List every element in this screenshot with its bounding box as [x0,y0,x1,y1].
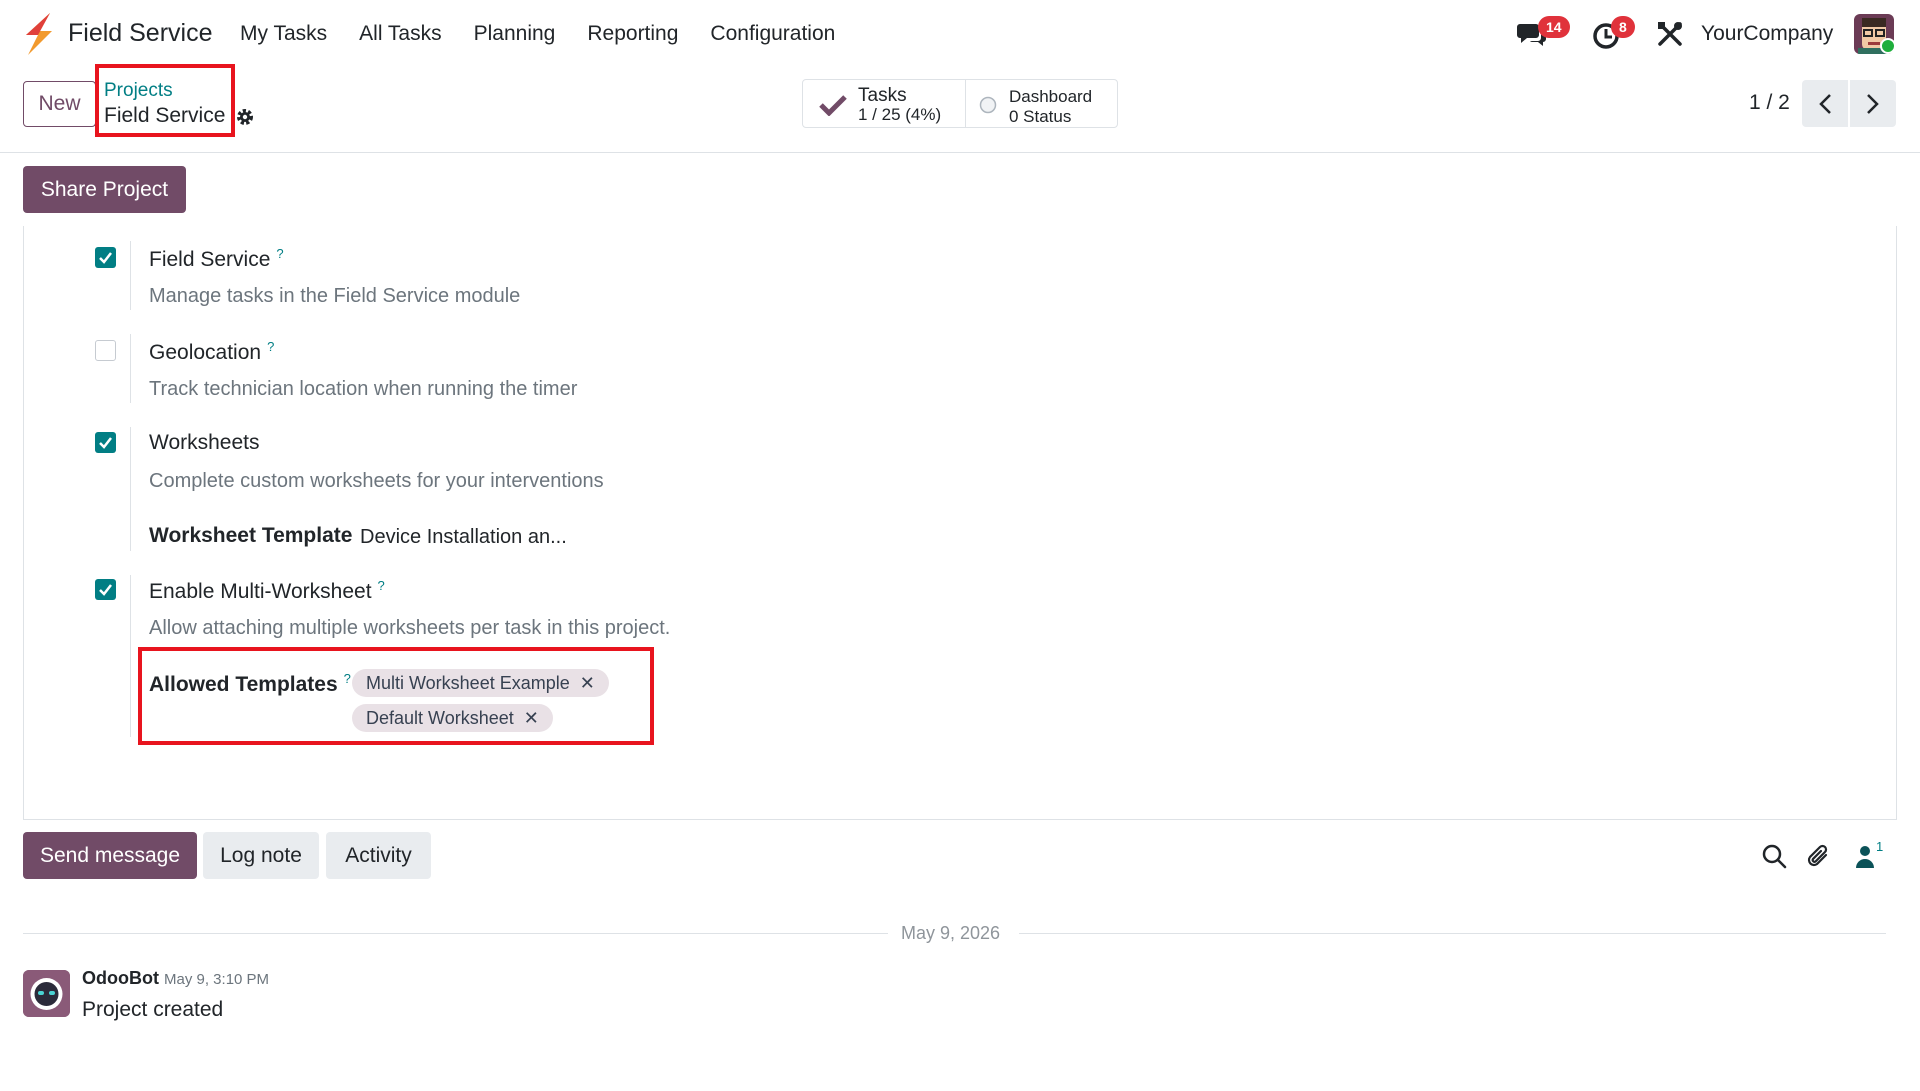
multi-worksheet-help-icon[interactable]: ? [378,578,385,593]
breadcrumb-highlight-box [95,64,235,137]
multi-worksheet-checkbox[interactable] [95,579,116,600]
checkmark-icon [99,437,112,449]
field-service-checkbox[interactable] [95,247,116,268]
allowed-templates-highlight-box [138,647,654,745]
worksheet-template-label: Worksheet Template [149,524,352,548]
chevron-right-icon [1867,93,1879,114]
setting-divider [130,427,131,551]
main-menu: My Tasks All Tasks Planning Reporting Co… [240,22,867,46]
tasks-smart-button[interactable]: Tasks 1 / 25 (4%) [803,80,966,127]
field-service-help-icon[interactable]: ? [276,246,283,261]
tools-icon[interactable] [1656,20,1684,48]
status-circle-icon [979,96,997,114]
field-service-label: Field Service [149,248,271,271]
tasks-smart-title: Tasks [858,85,907,106]
activities-badge: 8 [1611,16,1635,38]
field-service-description: Manage tasks in the Field Service module [149,285,521,307]
message-timestamp: May 9, 3:10 PM [164,971,270,988]
chevron-left-icon [1819,93,1831,114]
worksheets-description: Complete custom worksheets for your inte… [149,470,604,492]
gear-icon[interactable] [235,107,255,127]
worksheet-template-field[interactable]: Device Installation an... [360,526,567,549]
menu-reporting[interactable]: Reporting [587,22,678,46]
worksheets-label: Worksheets [149,431,260,454]
checkmark-icon [99,252,112,264]
menu-all-tasks[interactable]: All Tasks [359,22,441,46]
activity-button[interactable]: Activity [326,832,431,879]
control-panel-divider [0,152,1920,153]
dashboard-smart-title: Dashboard [1008,87,1093,106]
setting-divider [130,241,131,310]
setting-divider [130,334,131,403]
smart-buttons: Tasks 1 / 25 (4%) Dashboard 0 Status [802,79,1118,128]
menu-my-tasks[interactable]: My Tasks [240,22,327,46]
geolocation-description: Track technician location when running t… [149,378,578,400]
pager-next-button[interactable] [1850,80,1896,127]
worksheets-checkbox[interactable] [95,432,116,453]
message-author[interactable]: OdooBot [82,968,159,989]
worksheet-template-label-text: Worksheet Template [149,524,353,547]
date-separator-line [1019,933,1886,934]
share-project-button[interactable]: Share Project [23,166,186,213]
geolocation-checkbox[interactable] [95,340,116,361]
checkmark-icon [99,584,112,596]
odoobot-avatar [23,970,70,1017]
app-name[interactable]: Field Service [68,19,213,48]
multi-worksheet-description: Allow attaching multiple worksheets per … [149,617,671,639]
send-message-button[interactable]: Send message [23,832,197,879]
menu-planning[interactable]: Planning [474,22,556,46]
online-status-indicator [1880,38,1896,54]
menu-configuration[interactable]: Configuration [710,22,835,46]
date-separator-line [23,933,888,934]
dashboard-smart-button[interactable]: Dashboard 0 Status [966,80,1117,127]
robot-icon [23,970,70,1017]
pager-value[interactable]: 1 / 2 [1749,91,1790,115]
followers-count: 1 [1876,839,1884,854]
log-note-button[interactable]: Log note [203,832,319,879]
app-logo-icon[interactable] [22,13,54,55]
tasks-smart-value: 1 / 25 (4%) [858,105,942,124]
field-service-setting: Field Service? [149,246,284,272]
new-button[interactable]: New [23,81,96,127]
geolocation-setting: Geolocation? [149,339,274,365]
multi-worksheet-setting: Enable Multi-Worksheet? [149,578,385,604]
date-separator: May 9, 2026 [901,923,1001,943]
dashboard-smart-value: 0 Status [1008,107,1072,126]
search-icon[interactable] [1761,843,1787,869]
message-body: Project created [82,998,224,1021]
multi-worksheet-label: Enable Multi-Worksheet [149,580,372,603]
geolocation-label: Geolocation [149,341,262,364]
followers-icon[interactable] [1852,843,1878,869]
setting-divider [130,575,131,737]
company-switcher[interactable]: YourCompany [1701,22,1833,46]
messages-badge: 14 [1538,16,1570,38]
paperclip-icon[interactable] [1806,843,1832,869]
check-icon [819,95,847,116]
geolocation-help-icon[interactable]: ? [267,339,274,354]
pager-previous-button[interactable] [1802,80,1848,127]
